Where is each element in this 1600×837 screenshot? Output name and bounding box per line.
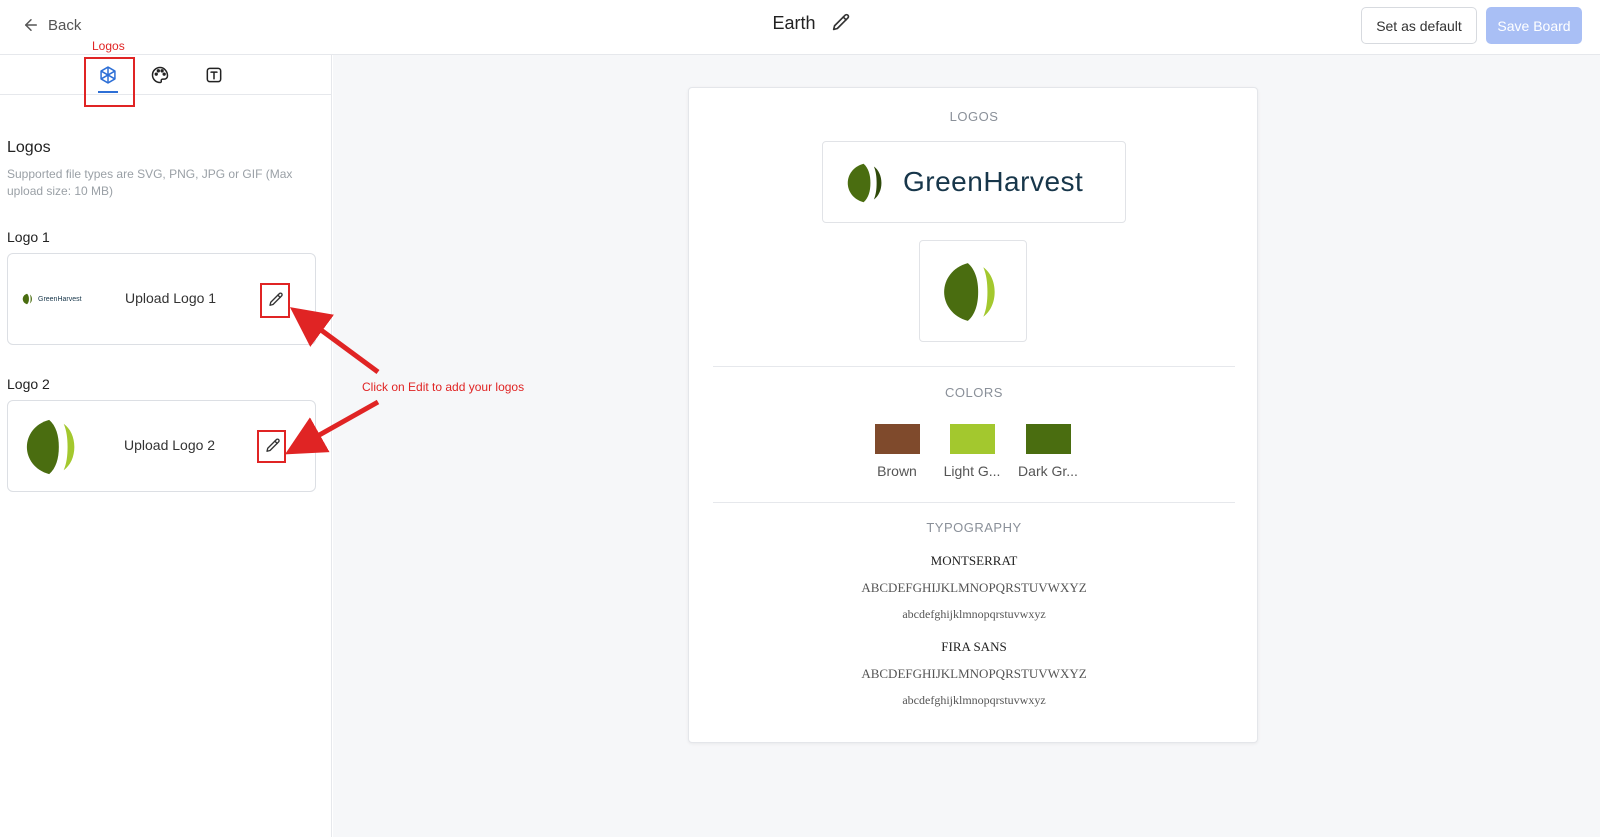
board-title-group: Earth <box>0 12 1600 34</box>
annotation-tab-highlight <box>84 57 135 107</box>
leaf-logo-icon <box>847 163 882 203</box>
logo-1-label: Logo 1 <box>7 229 50 245</box>
typography-heading: TYPOGRAPHY <box>926 520 1022 535</box>
top-header: Back Earth Set as default Save Board <box>0 0 1600 55</box>
tab-typography[interactable] <box>201 62 227 88</box>
brand-board-preview: LOGOS GreenHarvest COLORS Brown Light G.… <box>688 87 1258 743</box>
brand-board-editor: Back Earth Set as default Save Board Log… <box>0 0 1600 837</box>
upload-logo-1-text: Upload Logo 1 <box>125 290 217 306</box>
color-name-dark-green: Dark Gr... <box>1018 463 1078 479</box>
upload-logo-2-text: Upload Logo 2 <box>124 437 216 453</box>
annotation-text: Click on Edit to add your logos <box>362 380 525 394</box>
logo-2-label: Logo 2 <box>7 376 50 392</box>
font-name-primary: MONTSERRAT <box>930 553 1018 568</box>
font-sample-lower-primary: abcdefghijklmnopqrstuvwxyz <box>902 607 1046 621</box>
leaf-logo-icon <box>944 263 995 321</box>
font-sample-upper-primary: ABCDEFGHIJKLMNOPQRSTUVWXYZ <box>861 580 1087 595</box>
annotation-edit-1-highlight <box>260 283 290 318</box>
leaf-logo-icon <box>26 419 75 475</box>
font-name-secondary: FIRA SANS <box>941 639 1007 654</box>
colors-heading: COLORS <box>945 385 1003 400</box>
logos-heading: LOGOS <box>949 109 999 124</box>
pencil-icon[interactable] <box>830 12 852 34</box>
font-sample-lower-secondary: abcdefghijklmnopqrstuvwxyz <box>902 693 1046 707</box>
sidebar-tabs <box>0 55 332 95</box>
logo-1-thumbnail: GreenHarvest <box>22 293 82 305</box>
logo-1-thumb-wordmark: GreenHarvest <box>38 295 82 303</box>
leaf-logo-icon <box>22 293 32 305</box>
section-description: Supported file types are SVG, PNG, JPG o… <box>7 167 293 198</box>
divider <box>713 366 1235 367</box>
board-title: Earth <box>772 12 816 33</box>
preview-wordmark: GreenHarvest <box>903 166 1084 197</box>
save-board-button[interactable]: Save Board <box>1486 7 1582 44</box>
logo-1-card: GreenHarvest Upload Logo 1 <box>7 253 316 345</box>
text-type-icon <box>206 67 222 83</box>
color-swatch-brown[interactable] <box>875 424 920 454</box>
logo-2-card: Upload Logo 2 <box>7 400 316 492</box>
color-swatch-dark-green[interactable] <box>1026 424 1071 454</box>
annotation-tab-label: Logos <box>92 39 125 53</box>
palette-icon <box>151 66 169 84</box>
annotation-edit-2-highlight <box>257 430 286 463</box>
color-swatch-light-green[interactable] <box>950 424 995 454</box>
section-title: Logos <box>7 139 51 156</box>
tab-colors[interactable] <box>147 62 173 88</box>
sidebar: Logos Logos Supported file types are SVG… <box>0 39 332 837</box>
font-sample-upper-secondary: ABCDEFGHIJKLMNOPQRSTUVWXYZ <box>861 666 1087 681</box>
preview-logo-primary: GreenHarvest <box>822 141 1126 223</box>
set-as-default-button[interactable]: Set as default <box>1361 7 1477 44</box>
preview-logo-secondary <box>919 240 1027 342</box>
divider <box>713 502 1235 503</box>
